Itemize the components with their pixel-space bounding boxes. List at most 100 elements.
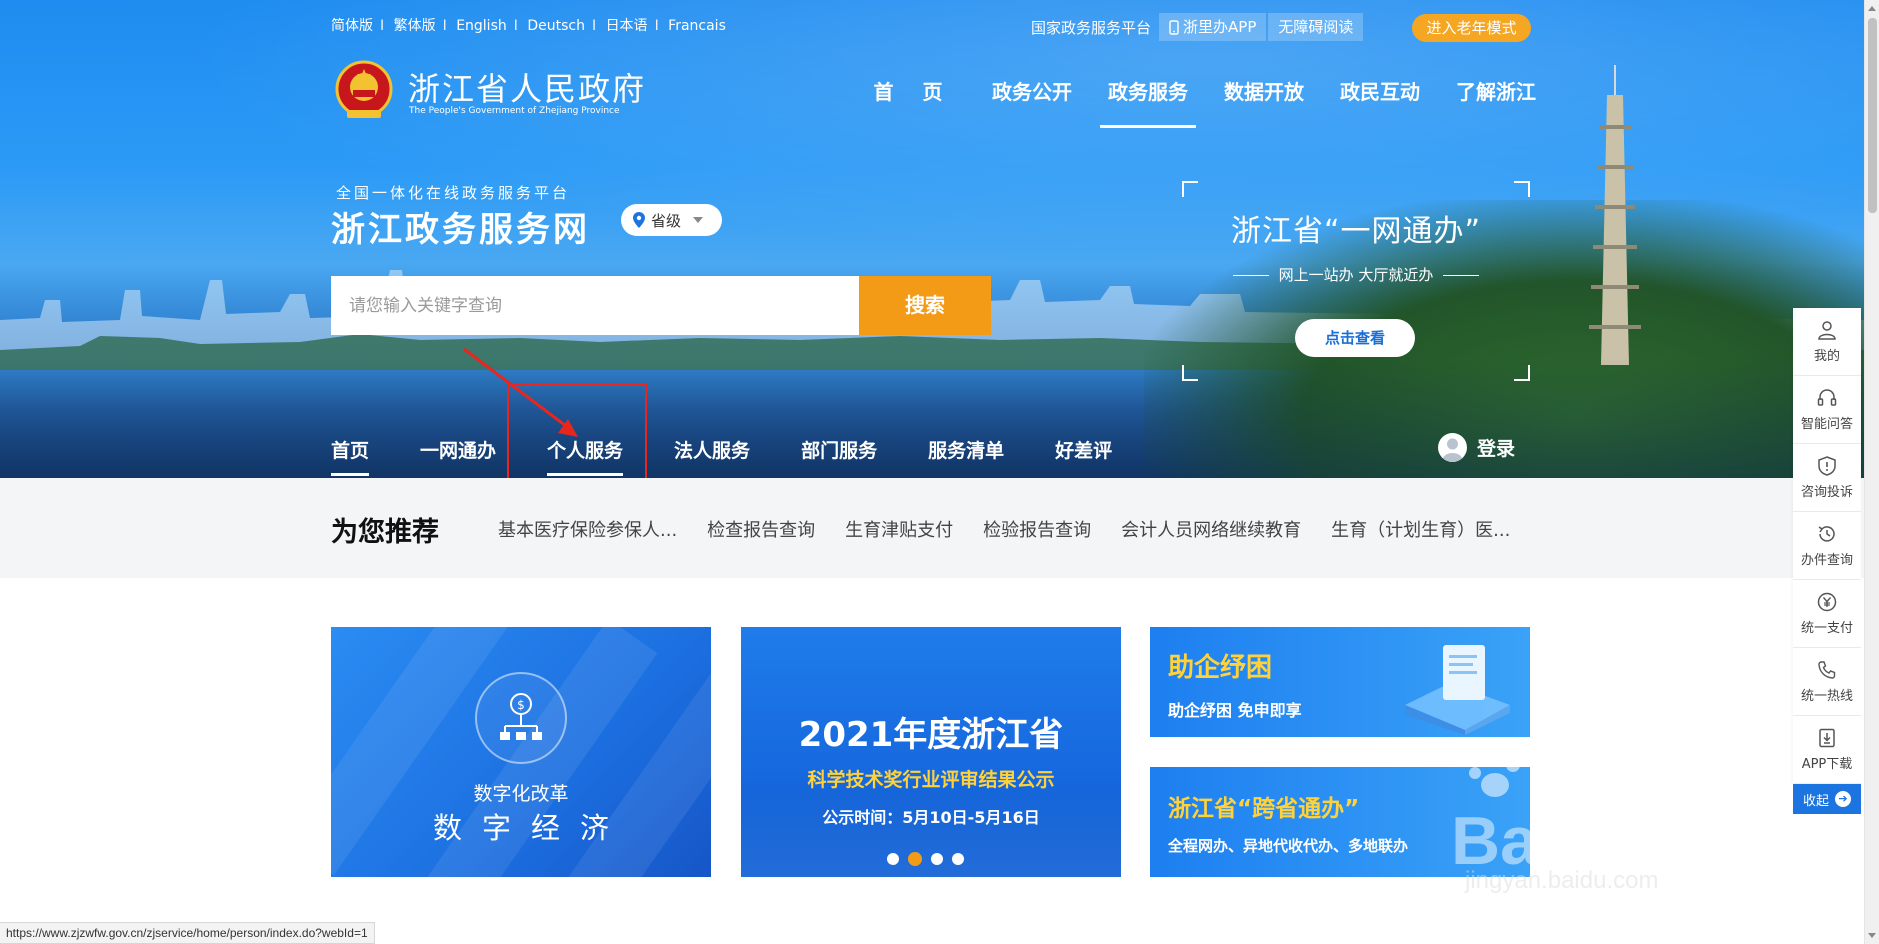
digital-card-title: 数字经济: [432, 811, 629, 845]
top-links: 国家政务服务平台 浙里办APP 无障碍阅读: [1031, 13, 1365, 41]
carousel-dot[interactable]: [952, 853, 964, 865]
scroll-thumb[interactable]: [1868, 18, 1877, 213]
national-platform-link[interactable]: 国家政务服务平台: [1031, 17, 1151, 38]
award-card-time: 公示时间：5月10日-5月16日: [822, 808, 1040, 827]
search-input[interactable]: [331, 276, 859, 335]
national-emblem-icon[interactable]: [335, 60, 393, 122]
service-nav-legal-person[interactable]: 法人服务: [674, 436, 750, 476]
sidebar-item-label: 咨询投诉: [1800, 485, 1853, 500]
document-box-icon: [1405, 645, 1510, 735]
government-name[interactable]: 浙江省人民政府: [408, 64, 646, 110]
sidebar-item-mine[interactable]: 我的: [1793, 308, 1861, 376]
carousel-dot[interactable]: [887, 853, 899, 865]
main-nav-gov-services[interactable]: 政务服务: [1090, 76, 1206, 128]
frame-corner: [1182, 181, 1198, 197]
sidebar-item-complaint[interactable]: 咨询投诉: [1793, 444, 1861, 512]
award-card-title: 2021年度浙江省: [798, 715, 1064, 755]
login-button[interactable]: 登录: [1438, 433, 1515, 462]
enterprise-relief-card[interactable]: 助企纾困 助企纾困 免申即享: [1150, 627, 1530, 737]
digital-card-subtitle: 数字化改革: [473, 783, 569, 805]
promo-subtitle: 网上一站办 大厅就近办: [1182, 264, 1530, 285]
sidebar-item-label: APP下载: [1801, 757, 1853, 772]
sidebar-collapse-button[interactable]: 收起 ➔: [1793, 784, 1861, 814]
main-nav-interaction[interactable]: 政民互动: [1322, 76, 1438, 128]
sidebar-item-case-query[interactable]: 办件查询: [1793, 512, 1861, 580]
lang-deutsch[interactable]: Deutsch: [527, 18, 585, 34]
main-nav-about[interactable]: 了解浙江: [1438, 76, 1554, 128]
service-nav-home[interactable]: 首页: [331, 436, 370, 476]
recommend-link[interactable]: 生育津贴支付: [845, 516, 953, 542]
pagoda-illustration: [1589, 65, 1641, 365]
lang-separator: I: [442, 18, 447, 34]
region-selector[interactable]: 省级: [621, 204, 722, 236]
page-scrollbar[interactable]: [1864, 0, 1879, 944]
lang-separator: I: [654, 18, 659, 34]
sidebar-item-hotline[interactable]: 统一热线: [1793, 648, 1861, 716]
carousel-dot-active[interactable]: [908, 852, 922, 866]
hero-banner: [0, 0, 1864, 478]
service-nav: 首页 一网通办 个人服务 法人服务 部门服务 服务清单 好差评: [331, 436, 1163, 476]
link-status-bar: https://www.zjzwfw.gov.cn/zjservice/home…: [0, 922, 375, 944]
chevron-down-icon: [693, 217, 704, 223]
recommend-bar: 为您推荐 基本医疗保险参保人... 检查报告查询 生育津贴支付 检验报告查询 会…: [0, 478, 1864, 578]
mobile-icon: [1169, 19, 1179, 35]
elder-mode-button[interactable]: 进入老年模式: [1412, 14, 1531, 42]
carousel-dot[interactable]: [931, 853, 943, 865]
sidebar-item-label: 统一热线: [1800, 689, 1853, 704]
lang-francais[interactable]: Francais: [668, 18, 726, 34]
baidu-watermark: Bai du 经验 jingyan.baidu.com: [1405, 745, 1814, 905]
recommend-link[interactable]: 检查报告查询: [707, 516, 815, 542]
main-nav-open-data[interactable]: 数据开放: [1206, 76, 1322, 128]
enterprise-card-title: 助企纾困: [1168, 653, 1273, 683]
scroll-down-icon[interactable]: [1868, 933, 1876, 938]
lang-separator: I: [380, 18, 385, 34]
one-network-promo: 浙江省“一网通办” 网上一站办 大厅就近办 点击查看: [1182, 181, 1530, 381]
app-link[interactable]: 浙里办APP: [1159, 13, 1267, 41]
yuan-icon: [1817, 592, 1837, 612]
platform-subtitle: 全国一体化在线政务服务平台: [336, 184, 571, 202]
lang-english[interactable]: English: [456, 18, 507, 34]
service-nav-service-list[interactable]: 服务清单: [928, 436, 1004, 476]
accessible-reading-link[interactable]: 无障碍阅读: [1268, 13, 1364, 41]
sidebar-item-payment[interactable]: 统一支付: [1793, 580, 1861, 648]
login-label: 登录: [1477, 438, 1516, 460]
download-icon: [1819, 728, 1835, 748]
main-nav-gov-affairs[interactable]: 政务公开: [974, 76, 1090, 128]
service-nav-rating[interactable]: 好差评: [1055, 436, 1112, 476]
lang-traditional[interactable]: 繁体版: [394, 18, 436, 34]
frame-corner: [1514, 365, 1530, 381]
avatar-icon: [1438, 433, 1467, 462]
collapse-label: 收起: [1802, 793, 1829, 809]
scroll-up-icon[interactable]: [1868, 6, 1876, 11]
sidebar-item-label: 智能问答: [1800, 417, 1853, 432]
recommend-link[interactable]: 检验报告查询: [983, 516, 1091, 542]
promo-title: 浙江省“一网通办”: [1230, 214, 1482, 249]
enterprise-card-subtitle: 助企纾困 免申即享: [1168, 701, 1302, 720]
lang-simplified[interactable]: 简体版: [331, 18, 373, 34]
money-tree-icon: $: [475, 672, 567, 764]
watermark-url: jingyan.baidu.com: [1465, 867, 1659, 894]
app-link-label: 浙里办APP: [1183, 18, 1257, 36]
location-pin-icon: [633, 212, 645, 228]
government-name-english: The People's Government of Zhejiang Prov…: [409, 106, 620, 116]
lang-japanese[interactable]: 日本语: [606, 18, 648, 34]
sidebar-item-smart-qa[interactable]: 智能问答: [1793, 376, 1861, 444]
search-button[interactable]: 搜索: [859, 276, 991, 335]
sidebar-item-app-download[interactable]: APP下载: [1793, 716, 1861, 784]
promo-view-button[interactable]: 点击查看: [1295, 319, 1415, 357]
carousel-dots: [887, 852, 964, 866]
main-nav-home[interactable]: 首页: [860, 76, 974, 128]
sidebar-item-label: 统一支付: [1800, 621, 1853, 636]
arrow-right-icon: ➔: [1835, 791, 1851, 807]
frame-corner: [1182, 365, 1198, 381]
platform-title[interactable]: 浙江政务服务网: [331, 202, 590, 251]
recommend-link[interactable]: 基本医疗保险参保人...: [498, 516, 677, 542]
lang-separator: I: [591, 18, 597, 34]
service-nav-department[interactable]: 部门服务: [801, 436, 877, 476]
frame-corner: [1514, 181, 1530, 197]
recommend-link[interactable]: 会计人员网络继续教育: [1121, 516, 1301, 542]
digital-economy-card[interactable]: $ 数字化改革 数字经济: [331, 627, 711, 877]
recommend-link[interactable]: 生育（计划生育）医...: [1331, 516, 1510, 542]
alert-shield-icon: [1818, 456, 1836, 476]
award-announcement-card[interactable]: 2021年度浙江省 科学技术奖行业评审结果公示 公示时间：5月10日-5月16日: [741, 627, 1121, 877]
